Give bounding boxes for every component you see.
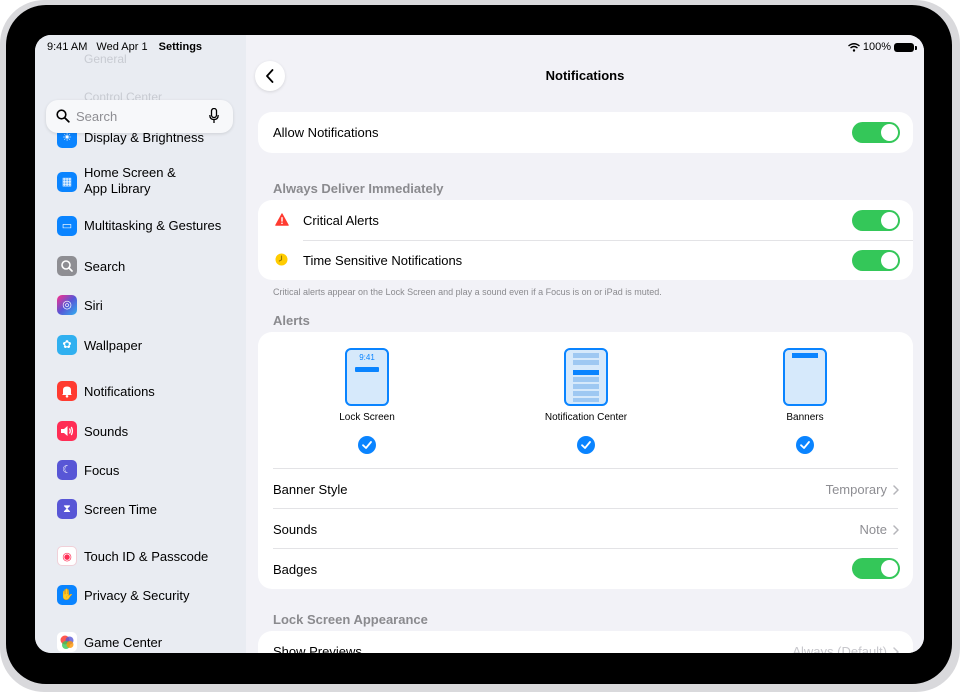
hourglass-icon: ⧗: [57, 499, 77, 519]
alert-option-label: Banners: [786, 412, 824, 423]
row-divider: [273, 548, 898, 549]
always-deliver-card: Critical Alerts Time Sensitive Notificat…: [258, 200, 913, 280]
sidebar-title: Settings: [158, 41, 203, 53]
sidebar-item-label: Siri: [84, 298, 103, 313]
game-center-icon: [57, 632, 77, 652]
critical-alerts-toggle[interactable]: [852, 210, 900, 231]
lock-screen-preview-icon: 9:41: [345, 348, 389, 406]
sidebar-item-label: Home Screen & App Library: [84, 165, 176, 196]
banner-style-value: Temporary: [825, 482, 887, 497]
sidebar-item-multitasking[interactable]: ▭ Multitasking & Gestures: [35, 214, 246, 244]
screen: 9:41 AM Wed Apr 1 Settings General Contr…: [35, 35, 924, 653]
alert-option-label: Notification Center: [544, 412, 628, 423]
sounds-value: Note: [859, 522, 887, 537]
sidebar-item-siri[interactable]: ◎ Siri: [35, 294, 246, 324]
sidebar-item-label: Privacy & Security: [84, 588, 190, 603]
alerts-card: 9:41 Lock Screen Notification Center Ban…: [258, 332, 913, 589]
notification-center-preview-icon: [564, 348, 608, 406]
home-screen-icon: ▦: [57, 172, 77, 192]
checkmark-icon: [796, 436, 814, 454]
alert-option-notification-center[interactable]: Notification Center: [516, 342, 656, 462]
allow-notifications-card: Allow Notifications: [258, 112, 913, 153]
microphone-icon[interactable]: [209, 108, 219, 124]
search-bar[interactable]: Search: [46, 100, 233, 133]
search-placeholder: Search: [76, 109, 118, 124]
alert-option-banners[interactable]: Banners: [735, 342, 875, 462]
wifi-icon: [847, 42, 860, 52]
sidebar-item-label: Multitasking & Gestures: [84, 218, 222, 233]
checkmark-icon: [577, 436, 595, 454]
sounds-label: Sounds: [273, 522, 318, 537]
speaker-icon: [57, 421, 77, 441]
sidebar-item-privacy[interactable]: ✋ Privacy & Security: [35, 584, 246, 614]
time-sensitive-toggle[interactable]: [852, 250, 900, 271]
sounds-row[interactable]: Sounds Note: [258, 509, 913, 548]
bell-icon: [57, 381, 77, 401]
sidebar-item-sounds[interactable]: Sounds: [35, 420, 246, 450]
sidebar-item-focus[interactable]: ☾ Focus: [35, 459, 246, 489]
sidebar-item-wallpaper[interactable]: ✿ Wallpaper: [35, 334, 246, 364]
lock-screen-appearance-card: Show Previews Always (Default): [258, 631, 913, 653]
siri-icon: ◎: [57, 295, 77, 315]
sidebar-item-screen-time[interactable]: ⧗ Screen Time: [35, 498, 246, 528]
sidebar-item-label: Screen Time: [84, 502, 157, 517]
critical-alerts-footnote: Critical alerts appear on the Lock Scree…: [273, 287, 662, 297]
fingerprint-icon: ◉: [57, 546, 77, 566]
show-previews-value: Always (Default): [792, 644, 887, 653]
chevron-right-icon: [893, 484, 899, 495]
sidebar-item-touch-id[interactable]: ◉ Touch ID & Passcode: [35, 545, 246, 575]
sidebar-item-game-center[interactable]: Game Center: [35, 631, 246, 653]
alert-option-label: Lock Screen: [339, 412, 395, 423]
warning-icon: [275, 213, 289, 226]
badges-label: Badges: [273, 562, 318, 577]
battery-percent: 100%: [862, 41, 891, 53]
lock-screen-preview-time: 9:41: [359, 353, 375, 362]
banner-style-label: Banner Style: [273, 482, 348, 497]
critical-alerts-label: Critical Alerts: [303, 213, 379, 228]
sidebar-item-general-partial: General: [84, 52, 127, 66]
chevron-right-icon: [893, 646, 899, 653]
multitasking-icon: ▭: [57, 216, 77, 236]
row-divider: [303, 240, 913, 241]
moon-icon: ☾: [57, 460, 77, 480]
detail-pane: 100% Notifications Allow Notifications A…: [246, 35, 924, 653]
allow-notifications-label: Allow Notifications: [273, 125, 379, 140]
status-bar-right: 100%: [847, 41, 917, 53]
alerts-header: Alerts: [273, 313, 310, 328]
battery-icon: [894, 42, 917, 52]
sidebar-item-label: Sounds: [84, 424, 129, 439]
sidebar-item-search[interactable]: Search: [35, 255, 246, 285]
sidebar-item-label: Wallpaper: [84, 338, 143, 353]
sidebar: 9:41 AM Wed Apr 1 Settings General Contr…: [35, 35, 246, 653]
page-title: Notifications: [545, 68, 625, 83]
clock-icon: [275, 253, 288, 266]
sidebar-item-label: Focus: [84, 463, 120, 478]
chevron-right-icon: [893, 524, 899, 535]
banner-style-row[interactable]: Banner Style Temporary: [258, 469, 913, 508]
sidebar-item-label: Notifications: [84, 384, 155, 399]
always-deliver-header: Always Deliver Immediately: [273, 181, 444, 196]
alert-option-lock-screen[interactable]: 9:41 Lock Screen: [297, 342, 437, 462]
sidebar-item-label: Game Center: [84, 635, 163, 650]
sidebar-item-notifications[interactable]: Notifications: [35, 380, 246, 410]
time-sensitive-label: Time Sensitive Notifications: [303, 253, 463, 268]
show-previews-label[interactable]: Show Previews: [273, 644, 362, 653]
allow-notifications-toggle[interactable]: [852, 122, 900, 143]
hand-icon: ✋: [57, 585, 77, 605]
sidebar-item-label: Search: [84, 259, 126, 274]
status-time: 9:41 AM: [47, 41, 88, 53]
sidebar-item-home-screen[interactable]: ▦ Home Screen & App Library: [35, 163, 246, 201]
search-icon: [57, 256, 77, 276]
sidebar-item-label: Touch ID & Passcode: [84, 549, 209, 564]
badges-toggle[interactable]: [852, 558, 900, 579]
search-icon: [56, 109, 70, 123]
lock-screen-appearance-header: Lock Screen Appearance: [273, 612, 428, 627]
banners-preview-icon: [783, 348, 827, 406]
flower-icon: ✿: [57, 335, 77, 355]
checkmark-icon: [358, 436, 376, 454]
